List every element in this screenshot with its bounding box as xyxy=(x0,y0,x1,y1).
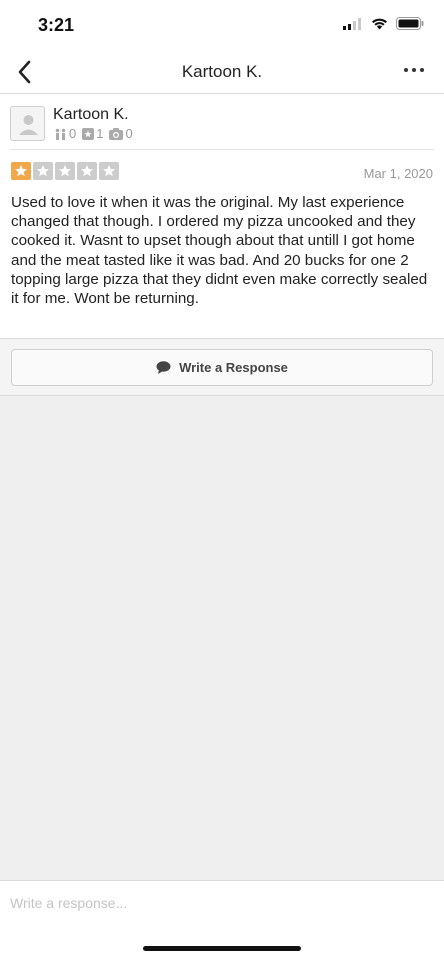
write-response-label: Write a Response xyxy=(179,360,288,375)
star-5 xyxy=(99,162,119,180)
star-rating xyxy=(11,162,119,180)
star-3 xyxy=(55,162,75,180)
content-area xyxy=(0,397,444,880)
camera-icon xyxy=(109,127,124,140)
speech-bubble-icon xyxy=(156,361,171,374)
friends-count: 0 xyxy=(54,126,76,141)
reviews-icon xyxy=(82,127,95,140)
star-icon xyxy=(103,165,115,177)
write-response-button[interactable]: Write a Response xyxy=(11,349,433,386)
review-author[interactable]: Kartoon K. 0 1 0 xyxy=(10,104,434,146)
review-text: Used to love it when it was the original… xyxy=(11,194,428,308)
author-stats: 0 1 0 xyxy=(54,126,137,141)
star-icon xyxy=(37,165,49,177)
friends-icon xyxy=(55,128,66,140)
page-title: Kartoon K. xyxy=(181,62,263,81)
wifi-icon xyxy=(372,18,387,29)
status-time: 3:21 xyxy=(38,15,75,35)
compose-bar xyxy=(0,880,444,960)
star-2 xyxy=(33,162,53,180)
default-user-icon xyxy=(19,115,38,135)
star-4 xyxy=(77,162,97,180)
battery-icon xyxy=(396,17,424,30)
divider xyxy=(10,149,434,150)
photos-count: 0 xyxy=(109,126,133,141)
review-card: Kartoon K. 0 1 0 Mar 1, 2020 Used to lov… xyxy=(0,94,444,339)
reviews-count: 1 xyxy=(82,126,103,141)
nav-bar: Kartoon K. xyxy=(0,50,444,94)
cellular-signal-icon xyxy=(343,17,361,30)
response-input[interactable] xyxy=(10,893,434,913)
review-date: Mar 1, 2020 xyxy=(363,166,433,181)
more-options-button[interactable] xyxy=(404,68,424,72)
star-icon xyxy=(15,165,27,177)
star-icon xyxy=(59,165,71,177)
star-icon xyxy=(81,165,93,177)
response-area: Write a Response xyxy=(0,339,444,396)
more-horizontal-icon xyxy=(404,68,408,72)
status-bar: 3:21 xyxy=(0,0,444,50)
star-1 xyxy=(11,162,31,180)
avatar[interactable] xyxy=(10,106,45,141)
home-indicator xyxy=(143,946,301,951)
author-name[interactable]: Kartoon K. xyxy=(53,106,129,124)
status-icons xyxy=(343,17,424,30)
